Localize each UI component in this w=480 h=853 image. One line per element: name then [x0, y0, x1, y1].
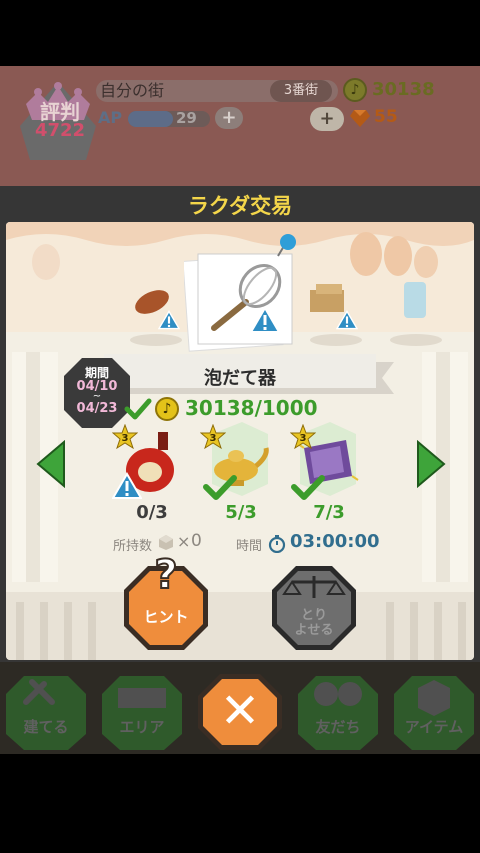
level-value: 3 [210, 433, 217, 444]
ap-bar-fill [128, 111, 173, 127]
warning-icon [336, 310, 358, 330]
trade-label-line2: よせる [294, 623, 334, 638]
box-icon [159, 535, 173, 550]
previous-arrow-button[interactable] [36, 440, 66, 488]
warning-icon [158, 310, 180, 330]
level-star-icon: 3 [200, 424, 226, 450]
nav-friends-label: 友だち [315, 718, 361, 736]
period-end: 04/23 [76, 401, 118, 416]
nav-friends-button[interactable] [296, 670, 380, 750]
modal-title: ラクダ交易 [187, 194, 293, 218]
gem-icon [350, 110, 370, 127]
check-icon [203, 475, 237, 500]
nav-build-button[interactable] [4, 670, 88, 750]
coin-icon: ♪ [155, 397, 179, 421]
nav-items-button[interactable] [392, 670, 476, 750]
reputation-value: 4722 [34, 120, 86, 141]
nav-items-label: アイテム [404, 718, 464, 736]
ap-label: AP [98, 108, 123, 127]
material-count: 7/3 [313, 502, 345, 523]
trade-label-line1: とり [300, 608, 327, 623]
level-star-icon: 3 [290, 424, 316, 450]
level-star-icon: 3 [112, 424, 138, 450]
coin-value: 30138 [372, 79, 435, 100]
check-icon [291, 475, 325, 500]
coin-icon: ♪ [343, 78, 367, 102]
ap-plus-button[interactable]: + [215, 107, 243, 129]
town-area[interactable]: 3番街 [270, 80, 332, 102]
screen-bottom [0, 786, 480, 853]
coin-requirement: 30138/1000 [185, 396, 318, 420]
material-count: 0/3 [136, 502, 168, 523]
check-icon [124, 398, 152, 420]
whisk-item-card [184, 253, 293, 352]
hint-question-icon: ? [153, 551, 178, 599]
clock-icon [268, 535, 286, 553]
nav-area-label: エリア [119, 718, 165, 736]
warning-icon [250, 306, 280, 333]
level-value: 3 [122, 433, 129, 444]
hint-label: ヒント [143, 608, 189, 626]
material-count: 5/3 [225, 502, 257, 523]
time-value: 03:00:00 [290, 531, 380, 552]
nav-area-button[interactable] [100, 670, 184, 750]
nav-build-label: 建てる [23, 718, 69, 736]
gem-value: 55 [374, 107, 398, 127]
ap-value: 29 [176, 109, 197, 127]
warning-icon [112, 472, 142, 499]
owned-separator: × [177, 532, 191, 551]
trade-label: とり よせる [270, 608, 358, 638]
level-value: 3 [300, 433, 307, 444]
next-arrow-button[interactable] [416, 440, 446, 488]
time-label: 時間 [236, 539, 263, 554]
close-icon: ✕ [219, 683, 261, 739]
town-name: 自分の街 [100, 81, 165, 100]
owned-value: 0 [191, 531, 202, 551]
gem-plus-button[interactable]: + [310, 107, 344, 131]
pin-icon [277, 234, 296, 257]
